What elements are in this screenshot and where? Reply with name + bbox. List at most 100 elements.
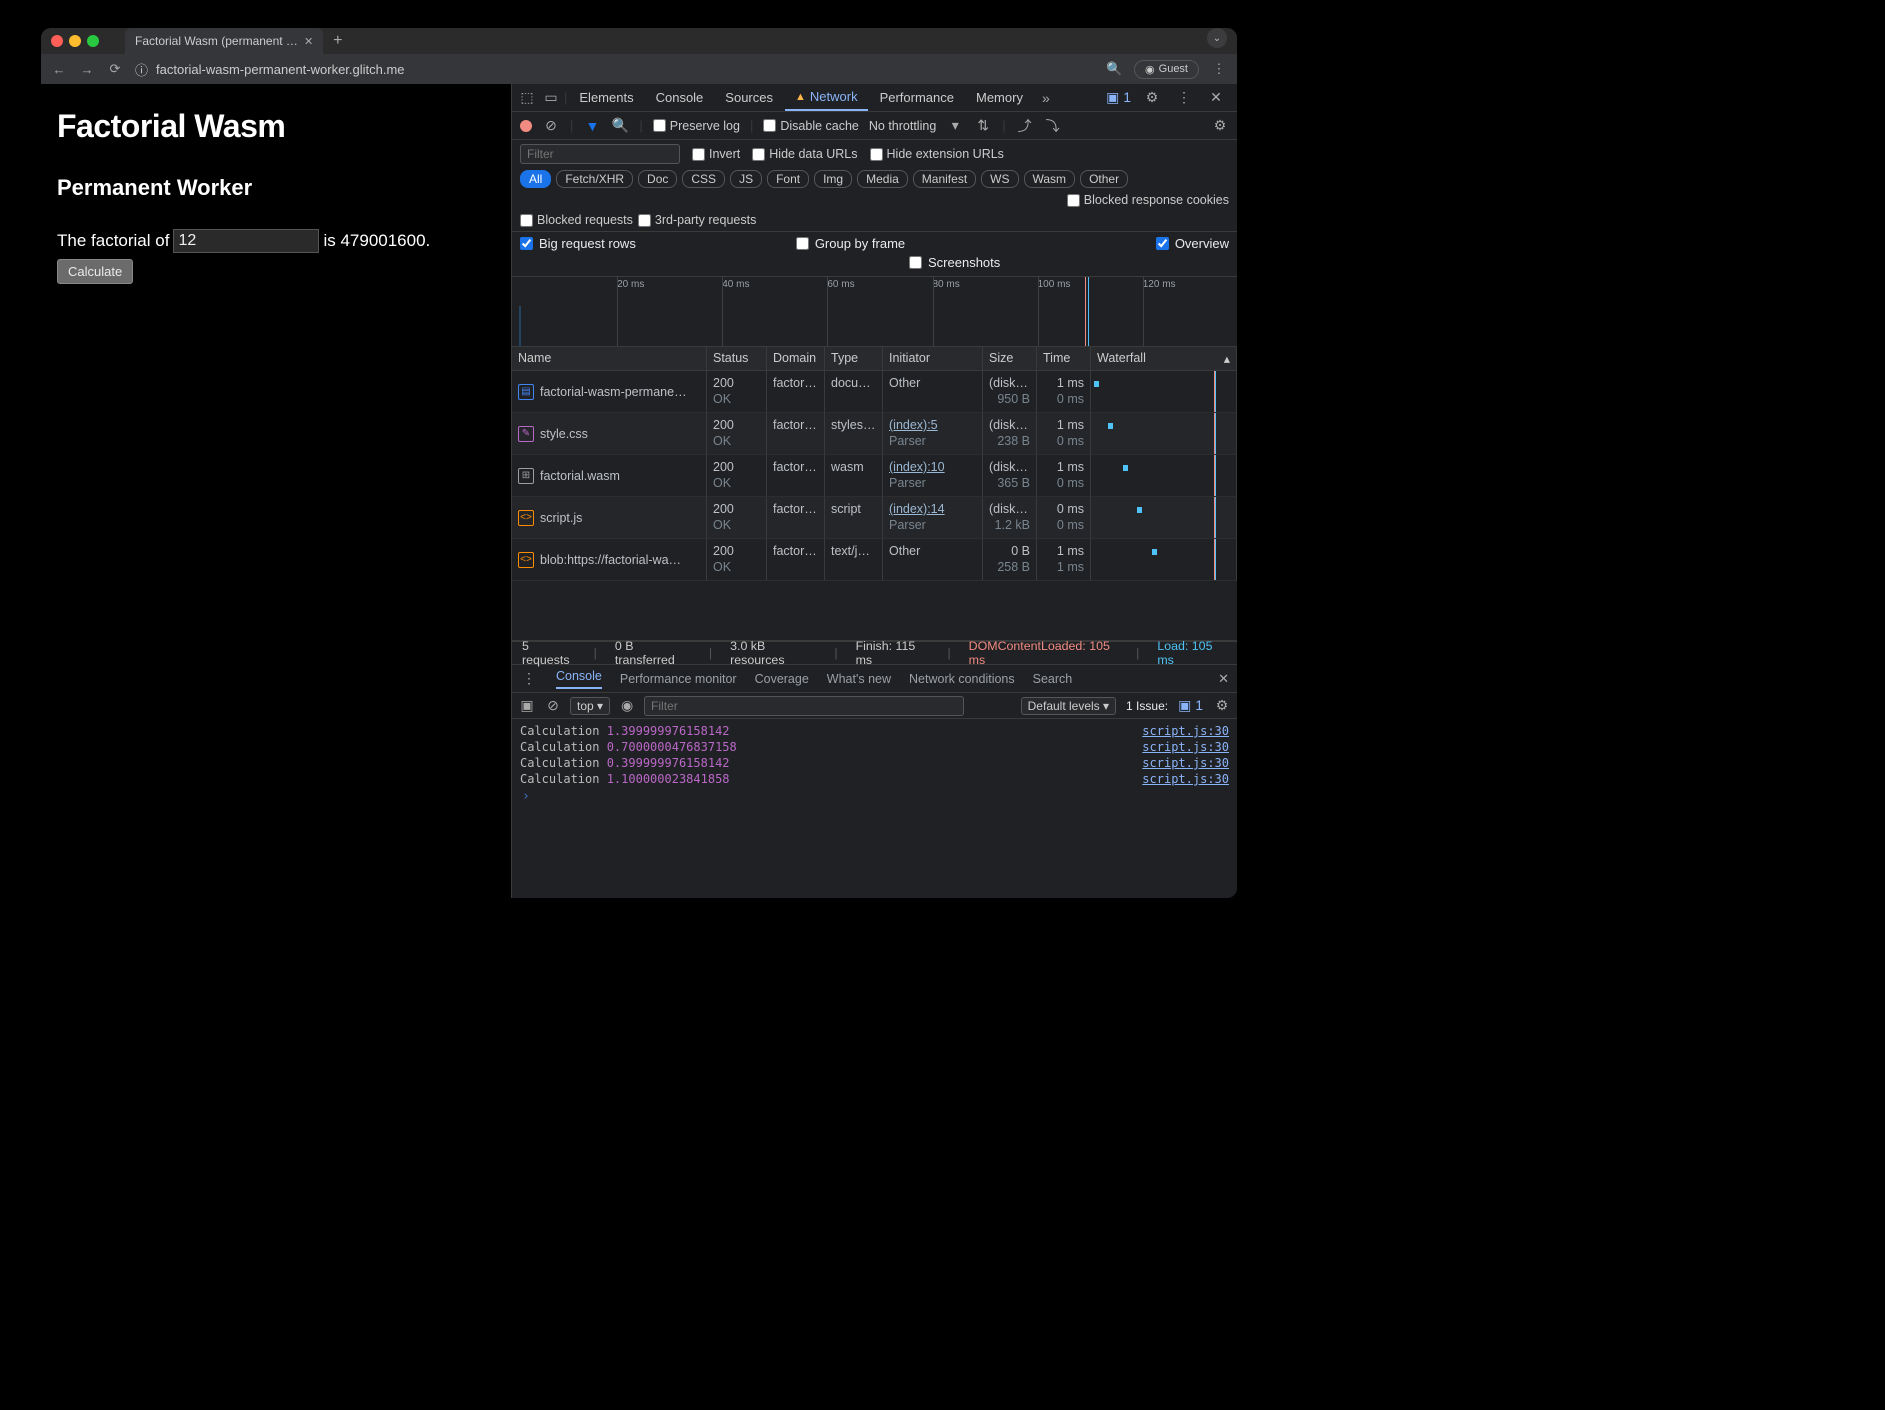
filter-type-wasm[interactable]: Wasm (1024, 170, 1076, 188)
source-link[interactable]: script.js:30 (1142, 740, 1229, 754)
status-load: Load: 105 ms (1157, 639, 1227, 667)
filter-type-other[interactable]: Other (1080, 170, 1128, 188)
source-link[interactable]: script.js:30 (1142, 756, 1229, 770)
factorial-input[interactable] (173, 229, 319, 253)
eye-icon[interactable]: ◉ (618, 697, 636, 714)
context-select[interactable]: top ▾ (570, 697, 610, 715)
clear-icon[interactable]: ⊘ (542, 117, 560, 134)
kebab-icon[interactable]: ⋮ (1173, 89, 1195, 106)
filter-type-css[interactable]: CSS (682, 170, 725, 188)
inspect-icon[interactable]: ⬚ (516, 89, 538, 106)
col-domain[interactable]: Domain (767, 347, 825, 371)
console-sidebar-icon[interactable]: ▣ (518, 697, 536, 714)
filter-type-font[interactable]: Font (767, 170, 809, 188)
network-settings-icon[interactable]: ⚙ (1211, 117, 1229, 134)
drawer-tab-whatsnew[interactable]: What's new (827, 672, 891, 686)
console-filter-input[interactable] (644, 696, 964, 716)
preserve-log-checkbox[interactable]: Preserve log (653, 119, 740, 133)
drawer-tab-console[interactable]: Console (556, 669, 602, 689)
blocked-cookies-checkbox[interactable]: Blocked response cookies (1067, 193, 1229, 207)
drawer-tab-coverage[interactable]: Coverage (755, 672, 809, 686)
filter-type-ws[interactable]: WS (981, 170, 1018, 188)
label-before-input: The factorial of (57, 231, 169, 251)
overview-timeline[interactable]: 20 ms40 ms60 ms80 ms100 ms120 ms (512, 277, 1237, 347)
wifi-icon[interactable]: ⇅ (974, 117, 992, 134)
drawer-close-icon[interactable]: ✕ (1218, 671, 1229, 687)
tab-console[interactable]: Console (646, 84, 714, 111)
col-name[interactable]: Name (512, 347, 707, 371)
tab-sources[interactable]: Sources (715, 84, 783, 111)
profile-button[interactable]: ◉ Guest (1134, 60, 1199, 79)
tab-performance[interactable]: Performance (870, 84, 964, 111)
filter-type-doc[interactable]: Doc (638, 170, 677, 188)
issues-badge[interactable]: ▣ 1 (1178, 697, 1203, 714)
tab-memory[interactable]: Memory (966, 84, 1033, 111)
upload-icon[interactable]: ⤴ (1016, 116, 1034, 136)
url-display[interactable]: ⓘ factorial-wasm-permanent-worker.glitch… (135, 60, 405, 79)
col-waterfall[interactable]: Waterfall▴ (1091, 347, 1237, 371)
group-frame-checkbox[interactable]: Group by frame (796, 236, 1116, 251)
filter-type-js[interactable]: JS (730, 170, 762, 188)
drawer-menu-icon[interactable]: ⋮ (520, 670, 538, 687)
levels-select[interactable]: Default levels ▾ (1021, 697, 1116, 715)
filter-type-all[interactable]: All (520, 170, 551, 188)
tab-elements[interactable]: Elements (569, 84, 643, 111)
close-devtools-icon[interactable]: ✕ (1205, 89, 1227, 106)
overview-checkbox[interactable]: Overview (1156, 236, 1229, 251)
issues-icon[interactable]: ▣ 1 (1106, 89, 1131, 106)
hide-extension-urls-checkbox[interactable]: Hide extension URLs (870, 147, 1004, 161)
browser-menu-icon[interactable]: ⋮ (1211, 61, 1227, 77)
throttling-select[interactable]: No throttling (869, 119, 936, 133)
hide-data-urls-checkbox[interactable]: Hide data URLs (752, 147, 857, 161)
chevron-down-icon[interactable]: ▾ (946, 117, 964, 134)
maximize-icon[interactable] (87, 35, 99, 47)
col-type[interactable]: Type (825, 347, 883, 371)
close-icon[interactable] (51, 35, 63, 47)
invert-checkbox[interactable]: Invert (692, 147, 740, 161)
col-time[interactable]: Time (1037, 347, 1091, 371)
minimize-icon[interactable] (69, 35, 81, 47)
third-party-checkbox[interactable]: 3rd-party requests (638, 213, 756, 227)
col-size[interactable]: Size (983, 347, 1037, 371)
tabs-menu-icon[interactable]: ⌄ (1207, 28, 1227, 48)
zoom-icon[interactable]: 🔍 (1106, 61, 1122, 77)
source-link[interactable]: script.js:30 (1142, 772, 1229, 786)
col-initiator[interactable]: Initiator (883, 347, 983, 371)
calculate-button[interactable]: Calculate (57, 259, 133, 284)
reload-icon[interactable]: ⟳ (107, 61, 123, 77)
source-link[interactable]: script.js:30 (1142, 724, 1229, 738)
issues-label: 1 Issue: (1126, 699, 1168, 713)
big-rows-checkbox[interactable]: Big request rows (520, 236, 636, 251)
network-filter-input[interactable] (520, 144, 680, 164)
console-prompt[interactable]: › (520, 787, 1229, 806)
page-content: Factorial Wasm Permanent Worker The fact… (41, 84, 511, 898)
record-icon[interactable] (520, 120, 532, 132)
search-icon[interactable]: 🔍 (611, 117, 629, 134)
new-tab-button[interactable]: + (323, 28, 352, 54)
filter-type-fetchxhr[interactable]: Fetch/XHR (556, 170, 633, 188)
blocked-requests-checkbox[interactable]: Blocked requests (520, 213, 633, 227)
filter-type-media[interactable]: Media (857, 170, 908, 188)
filter-type-img[interactable]: Img (814, 170, 852, 188)
download-icon[interactable]: ⤵ (1044, 116, 1062, 136)
gear-icon[interactable]: ⚙ (1141, 89, 1163, 106)
drawer-tab-perf-monitor[interactable]: Performance monitor (620, 672, 737, 686)
console-clear-icon[interactable]: ⊘ (544, 697, 562, 714)
more-tabs-icon[interactable]: » (1035, 90, 1057, 106)
forward-icon[interactable]: → (79, 62, 95, 77)
filter-icon[interactable]: ▼ (583, 118, 601, 134)
screenshots-checkbox[interactable]: Screenshots (909, 255, 1229, 270)
drawer-tab-search[interactable]: Search (1033, 672, 1073, 686)
tab-network[interactable]: ▲Network (785, 84, 868, 111)
device-icon[interactable]: ▭ (540, 89, 562, 106)
col-status[interactable]: Status (707, 347, 767, 371)
console-gear-icon[interactable]: ⚙ (1213, 697, 1231, 714)
back-icon[interactable]: ← (51, 62, 67, 77)
close-tab-icon[interactable]: ✕ (304, 35, 313, 48)
browser-tab[interactable]: Factorial Wasm (permanent … ✕ (125, 28, 323, 54)
url-text: factorial-wasm-permanent-worker.glitch.m… (156, 62, 405, 77)
disable-cache-checkbox[interactable]: Disable cache (763, 119, 859, 133)
filter-type-manifest[interactable]: Manifest (913, 170, 976, 188)
drawer-tab-netcond[interactable]: Network conditions (909, 672, 1015, 686)
site-info-icon[interactable]: ⓘ (135, 60, 148, 79)
